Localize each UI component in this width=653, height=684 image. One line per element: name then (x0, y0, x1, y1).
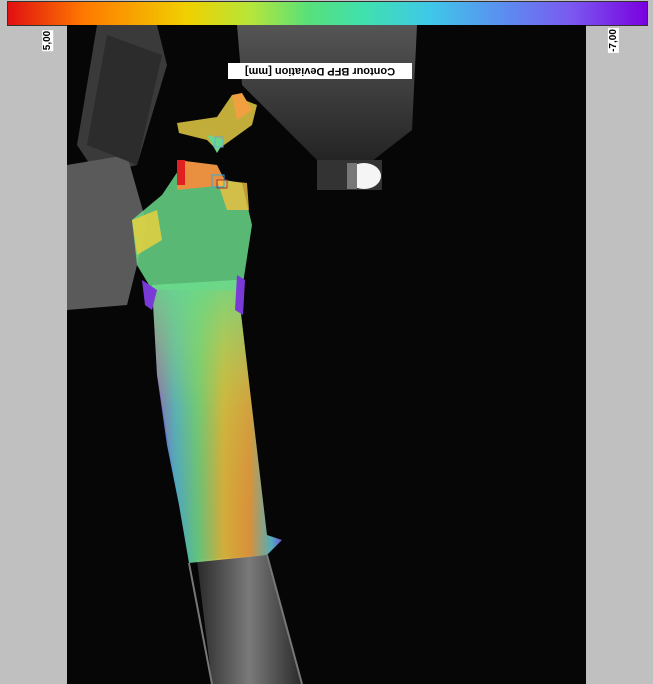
bone-scan-photo (67, 25, 586, 684)
tick-text: 5,00 (42, 29, 54, 51)
tick-text: -7,00 (607, 27, 619, 53)
colorbar-tick-label: -7,00 (605, 25, 621, 55)
colorbar-tick-label: 5,00 (40, 25, 56, 55)
scan-image (67, 25, 586, 684)
colorbar-gradient (7, 1, 648, 26)
colorbar-title: Contour BFP Deviation [mm] (228, 63, 412, 79)
